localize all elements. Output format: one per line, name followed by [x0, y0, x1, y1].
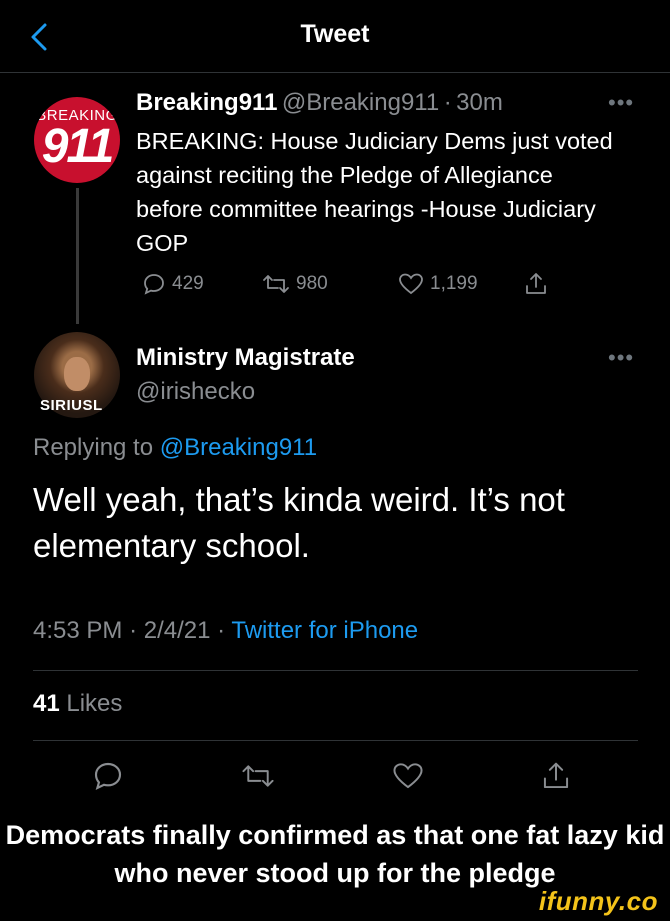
page-title: Tweet: [300, 20, 370, 48]
top-bar: Tweet: [0, 0, 670, 72]
heart-icon: [399, 273, 423, 295]
comment-icon: [144, 274, 164, 295]
replying-to-link[interactable]: @Breaking911: [160, 434, 317, 461]
reply-more-options-button[interactable]: •••: [608, 345, 634, 371]
breaking911-avatar[interactable]: BREAKING 911: [34, 97, 120, 183]
like-button[interactable]: [388, 756, 428, 796]
avatar-caption: SIRIUSL: [40, 397, 103, 414]
comment-icon: [94, 762, 122, 790]
quoted-tweet-text: BREAKING: House Judiciary Dems just vote…: [136, 128, 613, 256]
divider: [33, 670, 638, 671]
tweet-timestamp: 4:53 PM: [33, 617, 123, 644]
retweet-action[interactable]: 980: [262, 268, 328, 300]
meta-sep-2: ·: [217, 617, 226, 644]
reply-author-name[interactable]: Ministry Magistrate: [136, 344, 355, 372]
divider: [33, 740, 638, 741]
tweet-source-link[interactable]: Twitter for iPhone: [231, 617, 418, 644]
meta-sep-1: ·: [129, 617, 138, 644]
like-action[interactable]: 1,199: [398, 268, 478, 300]
reply-button[interactable]: [88, 756, 128, 796]
share-icon: [543, 762, 569, 789]
tweet-date: 2/4/21: [143, 617, 211, 644]
reply-action[interactable]: 429: [142, 268, 204, 300]
like-count: 1,199: [430, 273, 478, 294]
likes-count: 41: [33, 690, 60, 717]
author-handle[interactable]: @Breaking911: [282, 89, 439, 116]
ifunny-watermark: ifunny.co: [538, 886, 658, 916]
retweet-count: 980: [296, 273, 328, 294]
replying-to-label: Replying to: [33, 434, 154, 461]
reply-tweet-text: Well yeah, that’s kinda weird. It’s not …: [33, 481, 565, 564]
share-button[interactable]: [536, 756, 576, 796]
thread-line: [76, 188, 79, 324]
retweet-icon: [263, 275, 289, 293]
tweet-meta: 4:53 PM · 2/4/21 · Twitter for iPhone: [33, 617, 418, 645]
more-options-button[interactable]: •••: [608, 90, 634, 116]
meme-caption: Democrats finally confirmed as that one …: [5, 820, 665, 888]
avatar-text-main: 911: [41, 120, 115, 173]
divider: [0, 72, 670, 73]
share-icon: [526, 273, 546, 294]
reply-count: 429: [172, 273, 204, 294]
share-action[interactable]: [524, 268, 548, 300]
avatar-face: [64, 357, 90, 391]
tweet-time: 30m: [456, 89, 503, 116]
heart-icon: [393, 763, 423, 789]
quoted-header: Breaking911 @Breaking911 · 30m: [136, 89, 503, 117]
retweet-icon: [242, 765, 274, 787]
replying-to: Replying to @Breaking911: [33, 434, 317, 462]
reply-author-handle[interactable]: @irishecko: [136, 378, 255, 406]
likes-summary[interactable]: 41 Likes: [33, 690, 122, 718]
author-name[interactable]: Breaking911: [136, 89, 277, 116]
likes-label: Likes: [66, 690, 123, 717]
separator: ·: [443, 89, 452, 116]
retweet-button[interactable]: [238, 756, 278, 796]
